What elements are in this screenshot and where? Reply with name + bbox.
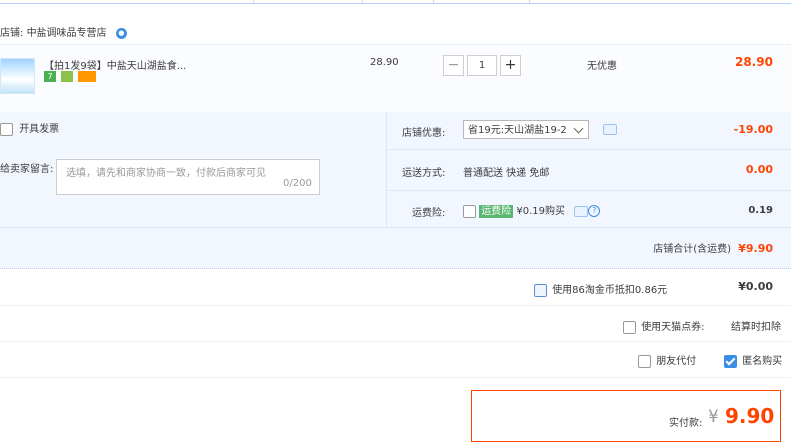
shop-total-label: 店铺合计(含运费) bbox=[653, 244, 732, 255]
friend-pay-checkbox[interactable] bbox=[638, 354, 651, 368]
credit-card-icon[interactable] bbox=[78, 71, 97, 82]
options-row-divider bbox=[387, 149, 791, 150]
tmall-points-option: 使用天猫点券: bbox=[623, 318, 705, 334]
insurance-option: 运费险 ¥0.19购买 ? bbox=[463, 202, 601, 218]
shop-total-value: ¥9.90 bbox=[738, 242, 773, 255]
message-label: 给卖家留言: bbox=[0, 164, 54, 175]
coins-checkbox[interactable] bbox=[534, 283, 547, 297]
tmall-points-checkbox[interactable] bbox=[623, 320, 636, 334]
shop-total: 店铺合计(含运费) ¥9.90 bbox=[653, 240, 773, 255]
quantity-decrease-button[interactable]: − bbox=[443, 55, 464, 76]
insurance-checkbox[interactable] bbox=[463, 204, 476, 218]
seven-day-return-icon[interactable]: 7 bbox=[44, 71, 56, 82]
coins-label: 使用86淘金币抵扣0.86元 bbox=[552, 285, 668, 296]
invoice-checkbox[interactable] bbox=[0, 122, 13, 136]
anonymous-label: 匿名购买 bbox=[742, 356, 783, 367]
shop-discount-label: 店铺优惠: bbox=[402, 128, 446, 139]
row-divider bbox=[0, 377, 791, 378]
coins-value: ¥0.00 bbox=[738, 280, 773, 293]
shop-row: 店铺: 中盐调味品专营店 ● bbox=[0, 24, 127, 44]
shop-discount-value: 省19元:天山湖盐19-2 bbox=[468, 125, 567, 136]
message-placeholder: 选填，请先和商家协商一致，付款后商家可见 bbox=[66, 168, 266, 179]
pay-currency: ¥ bbox=[708, 407, 719, 427]
anonymous-option: 匿名购买 bbox=[724, 352, 782, 368]
invoice-option: 开具发票 bbox=[0, 120, 59, 136]
product-title-link[interactable]: 【拍1发9袋】中盐天山湖盐食... bbox=[44, 57, 186, 72]
comment-icon[interactable] bbox=[603, 124, 617, 136]
message-char-count: 0/200 bbox=[283, 178, 312, 189]
header-divider bbox=[433, 0, 434, 3]
invoice-label: 开具发票 bbox=[19, 124, 60, 135]
item-discount-text: 无优惠 bbox=[587, 61, 617, 72]
pay-label: 实付款: bbox=[669, 418, 703, 429]
header-divider bbox=[253, 0, 254, 3]
header-divider bbox=[529, 0, 530, 3]
insurance-price: ¥0.19购买 bbox=[516, 206, 566, 217]
guarantee-icon[interactable] bbox=[61, 71, 74, 82]
friend-pay-label: 朋友代付 bbox=[656, 356, 697, 367]
quantity-input[interactable]: 1 bbox=[467, 55, 497, 76]
insurance-label: 运费险: bbox=[412, 208, 446, 219]
shop-discount-amount: -19.00 bbox=[733, 123, 773, 136]
quantity-stepper: −1 + bbox=[443, 55, 521, 76]
order-item-row bbox=[0, 44, 791, 113]
row-divider bbox=[0, 341, 791, 342]
help-icon[interactable]: ? bbox=[588, 205, 601, 217]
shop-discount-select[interactable]: 省19元:天山湖盐19-2 bbox=[463, 120, 589, 139]
item-subtotal: 28.90 bbox=[735, 55, 773, 69]
coins-option: 使用86淘金币抵扣0.86元 bbox=[534, 281, 667, 297]
pay-amount: 9.90 bbox=[725, 404, 775, 428]
insurance-amount: 0.19 bbox=[748, 205, 773, 216]
tmall-points-value: 结算时扣除 bbox=[731, 322, 781, 333]
shop-name-link[interactable]: 中盐调味品专营店 bbox=[27, 28, 107, 39]
shipping-amount: 0.00 bbox=[745, 163, 773, 176]
unit-price: 28.90 bbox=[370, 57, 399, 68]
options-divider bbox=[386, 112, 387, 227]
shop-label: 店铺: bbox=[0, 28, 24, 39]
insurance-tag: 运费险 bbox=[479, 204, 514, 218]
product-thumbnail[interactable] bbox=[0, 58, 35, 94]
table-header-border bbox=[0, 0, 791, 4]
header-divider bbox=[362, 0, 363, 3]
comment-icon[interactable] bbox=[574, 205, 589, 217]
chevron-down-icon bbox=[573, 123, 584, 134]
chat-icon[interactable]: ● bbox=[115, 27, 127, 39]
shipping-method: 普通配送 快递 免邮 bbox=[463, 168, 550, 179]
shipping-label: 运送方式: bbox=[402, 168, 446, 179]
options-row-divider bbox=[387, 190, 791, 191]
tmall-points-label: 使用天猫点券: bbox=[641, 322, 705, 333]
row-divider bbox=[0, 305, 791, 306]
friend-pay-option: 朋友代付 bbox=[638, 352, 696, 368]
anonymous-checkbox[interactable] bbox=[724, 354, 737, 368]
quantity-increase-button[interactable]: + bbox=[500, 55, 521, 76]
service-tags: 7 bbox=[44, 71, 98, 82]
